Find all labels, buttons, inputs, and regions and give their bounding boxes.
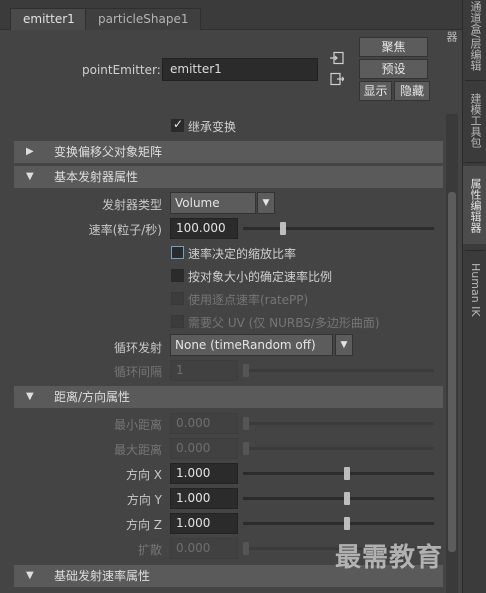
focus-button[interactable]: 聚焦 xyxy=(359,37,428,57)
watermark: 最需教育 xyxy=(335,543,444,573)
direction-x-slider-handle[interactable] xyxy=(344,467,350,480)
cycle-interval-slider[interactable] xyxy=(243,369,434,372)
dropdown-arrow-icon[interactable]: ▼ xyxy=(335,334,353,356)
dropdown-arrow-icon[interactable]: ▼ xyxy=(257,192,275,214)
min-distance-label: 最小距离 xyxy=(113,418,162,432)
emitter-type-dropdown[interactable]: Volume xyxy=(170,192,256,214)
cycle-interval-field[interactable]: 1 xyxy=(170,360,238,381)
rate-slider[interactable] xyxy=(243,227,434,230)
point-emitter-field[interactable]: emitter1 xyxy=(162,58,318,81)
triangle-down-icon: ▼ xyxy=(26,171,34,182)
frame-distance-direction[interactable]: ▼ 距离/方向属性 xyxy=(14,386,443,408)
show-button[interactable]: 显示 xyxy=(359,81,392,101)
direction-x-slider[interactable] xyxy=(243,472,434,475)
direction-y-field[interactable]: 1.000 xyxy=(170,488,238,509)
frame-emission-speed-label: 基础发射速率属性 xyxy=(54,569,151,583)
inherit-transform-label: 继承变换 xyxy=(188,120,237,134)
max-distance-slider[interactable] xyxy=(243,447,434,450)
direction-z-slider[interactable] xyxy=(243,522,434,525)
max-distance-slider-handle[interactable] xyxy=(243,442,249,455)
input-connection-icon[interactable] xyxy=(330,51,344,65)
triangle-down-icon: ▼ xyxy=(26,570,34,581)
scale-by-object-size-label: 按对象大小的确定速率比例 xyxy=(188,270,333,284)
right-dock: 通道盒/层编辑器 建模工具包 属性编辑器 Human IK xyxy=(445,0,486,593)
dock-separator xyxy=(465,162,485,163)
check-icon: ✓ xyxy=(173,117,184,131)
use-per-point-rates-checkbox[interactable] xyxy=(171,292,184,305)
attribute-editor: emitter1 particleShape1 pointEmitter: em… xyxy=(0,0,462,593)
preset-button[interactable]: 预设 xyxy=(359,59,428,79)
dock-tab-human-ik[interactable]: Human IK xyxy=(463,254,486,326)
tab-bar: emitter1 particleShape1 xyxy=(0,0,462,30)
spread-label: 扩散 xyxy=(137,543,162,557)
scrollbar-thumb[interactable] xyxy=(448,192,456,552)
dock-tab-attribute-editor[interactable]: 属性编辑器 xyxy=(463,166,486,244)
inherit-transform-checkbox[interactable]: ✓ xyxy=(171,117,184,132)
direction-z-field[interactable]: 1.000 xyxy=(170,513,238,534)
frame-offset-label: 变换偏移父对象矩阵 xyxy=(54,145,163,159)
rate-scale-checkbox[interactable] xyxy=(171,246,184,259)
rate-scale-label: 速率决定的缩放比率 xyxy=(188,247,297,261)
min-distance-slider[interactable] xyxy=(243,422,434,425)
max-distance-label: 最大距离 xyxy=(113,443,162,457)
tab-emitter1[interactable]: emitter1 xyxy=(10,8,88,30)
direction-x-label: 方向 X xyxy=(125,468,162,482)
cycle-interval-label: 循环间隔 xyxy=(113,365,162,379)
use-per-point-rates-label: 使用逐点速率(ratePP) xyxy=(188,293,309,307)
triangle-down-icon: ▼ xyxy=(26,391,34,402)
direction-y-slider-handle[interactable] xyxy=(344,492,350,505)
vertical-scrollbar[interactable] xyxy=(446,114,458,593)
direction-z-slider-handle[interactable] xyxy=(344,517,350,530)
dock-tab-channel-box[interactable]: 通道盒/层编辑器 xyxy=(445,0,486,72)
frame-distance-label: 距离/方向属性 xyxy=(54,390,131,404)
direction-y-label: 方向 Y xyxy=(126,493,162,507)
scale-by-object-size-checkbox[interactable] xyxy=(171,269,184,282)
spread-field[interactable]: 0.000 xyxy=(170,538,238,559)
output-connection-icon[interactable] xyxy=(330,72,344,86)
max-distance-field[interactable]: 0.000 xyxy=(170,438,238,459)
rate-field[interactable]: 100.000 xyxy=(170,218,238,239)
triangle-right-icon: ▶ xyxy=(26,146,34,157)
cycle-interval-slider-handle[interactable] xyxy=(243,364,249,377)
min-distance-field[interactable]: 0.000 xyxy=(170,413,238,434)
tab-particleshape1[interactable]: particleShape1 xyxy=(85,8,202,30)
point-emitter-label: pointEmitter: xyxy=(82,63,161,77)
hide-button[interactable]: 隐藏 xyxy=(394,81,430,101)
need-parent-uv-label: 需要父 UV (仅 NURBS/多边形曲面) xyxy=(188,316,380,330)
direction-y-slider[interactable] xyxy=(243,497,434,500)
emitter-type-label: 发射器类型 xyxy=(101,198,162,212)
direction-x-field[interactable]: 1.000 xyxy=(170,463,238,484)
dock-separator xyxy=(465,250,485,251)
cycle-emission-dropdown[interactable]: None (timeRandom off) xyxy=(170,334,333,356)
min-distance-slider-handle[interactable] xyxy=(243,417,249,430)
direction-z-label: 方向 Z xyxy=(125,518,162,532)
frame-basic-label: 基本发射器属性 xyxy=(54,170,139,184)
need-parent-uv-checkbox[interactable] xyxy=(171,315,184,328)
cycle-emission-label: 循环发射 xyxy=(113,341,162,355)
frame-basic-emitter[interactable]: ▼ 基本发射器属性 xyxy=(14,166,443,188)
frame-offset-parent-matrix[interactable]: ▶ 变换偏移父对象矩阵 xyxy=(14,141,443,163)
rate-label: 速率(粒子/秒) xyxy=(88,223,162,237)
spread-slider-handle[interactable] xyxy=(243,542,249,555)
dock-separator xyxy=(465,80,485,81)
rate-slider-handle[interactable] xyxy=(280,222,286,235)
dock-tab-modeling-toolkit[interactable]: 建模工具包 xyxy=(463,84,486,156)
